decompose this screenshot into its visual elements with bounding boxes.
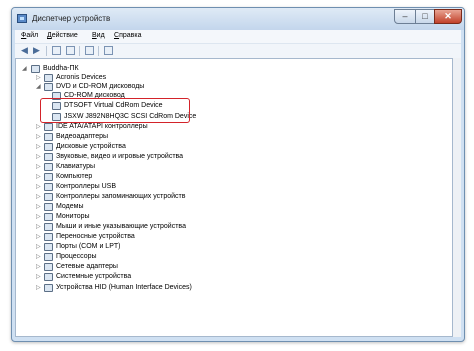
title-bar[interactable]: Диспетчер устройств – □ ✕	[12, 8, 464, 30]
device-category-icon	[44, 203, 53, 211]
expand-icon[interactable]: ▷	[36, 74, 42, 82]
menu-file[interactable]: Файл	[21, 32, 38, 39]
device-category-icon	[44, 74, 53, 82]
tree-item-label: Контроллеры запоминающих устройств	[56, 193, 186, 200]
device-category-icon	[44, 263, 53, 271]
device-category-icon	[44, 153, 53, 161]
device-category-icon	[44, 183, 53, 191]
menu-action[interactable]: Действие	[47, 32, 78, 39]
toolbar-separator	[79, 46, 80, 56]
device-category-icon	[44, 163, 53, 171]
tree-item-label: Системные устройства	[56, 273, 132, 280]
menu-file-label: айл	[26, 32, 39, 39]
collapse-icon[interactable]: ◢	[36, 83, 42, 91]
device-category-icon	[44, 123, 53, 131]
back-arrow-icon[interactable]: ◀	[21, 46, 30, 55]
minimize-button[interactable]: –	[394, 9, 416, 24]
tree-item-label: Сетевые адаптеры	[56, 263, 118, 270]
expand-icon[interactable]: ▷	[36, 123, 42, 131]
expand-icon[interactable]: ▷	[36, 183, 42, 191]
menu-help-label: правка	[119, 32, 142, 39]
menu-help[interactable]: Справка	[114, 32, 141, 39]
tree-item-label: Клавиатуры	[56, 163, 96, 170]
scan-hardware-icon[interactable]	[104, 46, 113, 55]
toolbar: ◀ ▶	[15, 43, 461, 58]
tree-item-label: Видеоадаптеры	[56, 133, 109, 140]
menu-view[interactable]: Вид	[92, 32, 105, 39]
tree-item-label: Контроллеры USB	[56, 183, 116, 190]
device-category-icon	[44, 143, 53, 151]
device-category-icon	[44, 233, 53, 241]
expand-icon[interactable]: ▷	[36, 133, 42, 141]
device-category-icon	[44, 213, 53, 221]
expand-icon[interactable]: ▷	[36, 263, 42, 271]
tree-item-label: Звуковые, видео и игровые устройства	[56, 153, 184, 160]
computer-icon	[31, 65, 40, 73]
vertical-scrollbar[interactable]	[453, 58, 461, 337]
window-title: Диспетчер устройств	[32, 14, 111, 23]
device-manager-window: Диспетчер устройств – □ ✕ Файл Действие …	[11, 7, 465, 342]
tree-item-label: Модемы	[56, 203, 84, 210]
highlight-box	[40, 98, 190, 123]
menu-action-label: ействие	[51, 32, 78, 39]
collapse-root-icon[interactable]: ◢	[22, 65, 28, 73]
expand-icon[interactable]: ▷	[36, 253, 42, 261]
expand-icon[interactable]: ▷	[36, 273, 42, 281]
device-manager-icon	[17, 14, 27, 23]
device-category-icon	[44, 193, 53, 201]
help-icon[interactable]	[66, 46, 75, 55]
close-button[interactable]: ✕	[434, 9, 462, 24]
maximize-button[interactable]: □	[415, 9, 435, 24]
device-category-icon	[44, 253, 53, 261]
tree-item-label: Процессоры	[56, 253, 97, 260]
tree-item-label: Мониторы	[56, 213, 90, 220]
menu-view-label: ид	[96, 32, 105, 39]
tree-item-label: Порты (COM и LPT)	[56, 243, 121, 250]
expand-icon[interactable]: ▷	[36, 284, 42, 292]
tree-item-label: Устройства HID (Human Interface Devices)	[56, 284, 192, 291]
expand-icon[interactable]: ▷	[36, 203, 42, 211]
expand-icon[interactable]: ▷	[36, 213, 42, 221]
device-category-icon	[44, 243, 53, 251]
tree-item-label: Мыши и иные указывающие устройства	[56, 223, 186, 230]
expand-icon[interactable]: ▷	[36, 153, 42, 161]
expand-icon[interactable]: ▷	[36, 233, 42, 241]
device-category-icon	[44, 223, 53, 231]
tree-item-label: IDE ATA/ATAPI контроллеры	[56, 123, 148, 130]
toolbar-separator	[98, 46, 99, 56]
expand-icon[interactable]: ▷	[36, 143, 42, 151]
expand-icon[interactable]: ▷	[36, 163, 42, 171]
expand-icon[interactable]: ▷	[36, 243, 42, 251]
toolbar-separator	[46, 46, 47, 56]
menu-bar: Файл Действие Вид Справка	[15, 30, 461, 43]
device-category-icon	[44, 173, 53, 181]
device-category-icon	[44, 284, 53, 292]
tree-item-label: Переносные устройства	[56, 233, 135, 240]
expand-icon[interactable]: ▷	[36, 193, 42, 201]
expand-icon[interactable]: ▷	[36, 223, 42, 231]
tree-item-label: Компьютер	[56, 173, 93, 180]
dvd-drive-icon	[44, 83, 53, 91]
properties-icon[interactable]	[52, 46, 61, 55]
expand-icon[interactable]: ▷	[36, 173, 42, 181]
device-category-icon	[44, 273, 53, 281]
device-list-icon[interactable]	[85, 46, 94, 55]
tree-item-label: Дисковые устройства	[56, 143, 126, 150]
device-category-icon	[44, 133, 53, 141]
forward-arrow-icon[interactable]: ▶	[33, 46, 42, 55]
